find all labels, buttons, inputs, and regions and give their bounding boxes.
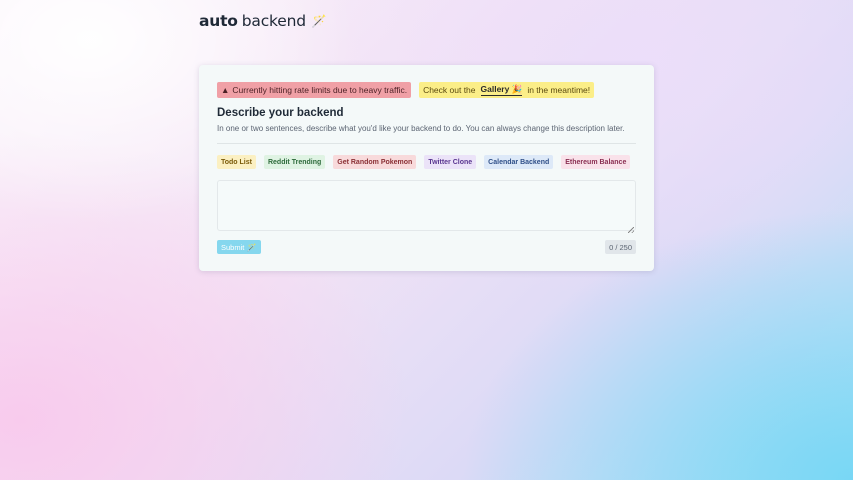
- gallery-link-label: Gallery: [480, 84, 510, 94]
- description-field-wrap: [217, 180, 636, 236]
- magic-wand-icon: 🪄: [247, 242, 257, 252]
- example-chip-reddit-trending[interactable]: Reddit Trending: [263, 155, 326, 169]
- gallery-suffix: in the meantime!: [527, 85, 591, 95]
- resize-handle-icon[interactable]: [628, 227, 634, 233]
- backend-form-card: ▲ Currently hitting rate limits due to h…: [199, 65, 654, 271]
- example-chip-todo-list[interactable]: Todo List: [217, 155, 256, 169]
- example-chip-calendar-backend[interactable]: Calendar Backend: [484, 155, 554, 169]
- gallery-link[interactable]: Gallery 🎉: [480, 84, 523, 96]
- gallery-alert: Check out the Gallery 🎉 in the meantime!: [419, 82, 595, 98]
- party-popper-icon: 🎉: [511, 84, 523, 94]
- rate-limit-alert: ▲ Currently hitting rate limits due to h…: [217, 82, 412, 98]
- form-footer: Submit 🪄 0 / 250: [217, 240, 636, 254]
- logo-auto-text: auto: [199, 12, 238, 30]
- divider: [217, 143, 636, 144]
- example-chip-ethereum-balance[interactable]: Ethereum Balance: [561, 155, 631, 169]
- alerts-row: ▲ Currently hitting rate limits due to h…: [217, 82, 636, 98]
- form-subtitle: In one or two sentences, describe what y…: [217, 124, 625, 133]
- form-title: Describe your backend: [217, 107, 344, 119]
- submit-label: Submit: [221, 242, 245, 252]
- logo[interactable]: auto backend 🪄: [199, 12, 327, 30]
- example-chip-twitter-clone[interactable]: Twitter Clone: [424, 155, 477, 169]
- submit-button[interactable]: Submit 🪄: [217, 240, 261, 254]
- example-chip-get-random-pokemon[interactable]: Get Random Pokemon: [333, 155, 417, 169]
- description-textarea[interactable]: [217, 180, 636, 231]
- rate-limit-text: Currently hitting rate limits due to hea…: [232, 85, 408, 95]
- magic-wand-icon: 🪄: [311, 14, 327, 28]
- logo-backend-text: backend: [241, 12, 306, 30]
- example-chips: Todo List Reddit Trending Get Random Pok…: [217, 155, 636, 169]
- warning-icon: ▲: [221, 85, 230, 95]
- gallery-prefix: Check out the: [423, 85, 476, 95]
- character-counter: 0 / 250: [605, 240, 636, 254]
